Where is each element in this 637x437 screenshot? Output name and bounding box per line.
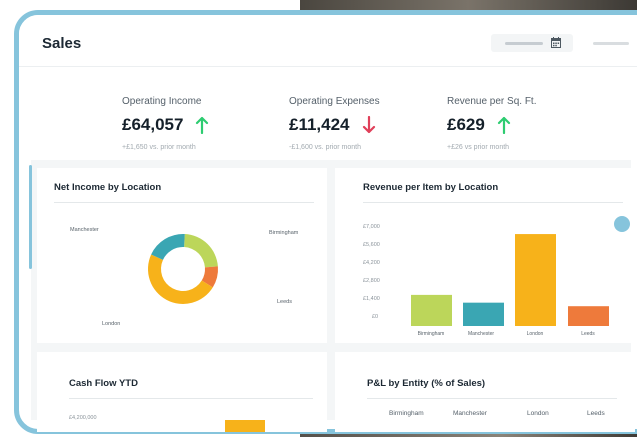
kpi-label: Revenue per Sq. Ft. (447, 96, 537, 107)
donut-label-manchester: Manchester (70, 227, 99, 233)
bar-leeds[interactable] (568, 306, 609, 326)
cash-flow-bar (225, 420, 265, 432)
table-header-cell: London (527, 410, 549, 417)
kpi-label: Operating Income (122, 96, 202, 107)
cash-flow-card: Cash Flow YTD £4,200,000 (37, 352, 327, 432)
kpi-change: -£1,600 vs. prior month (289, 144, 361, 151)
x-category: Leeds (581, 331, 595, 337)
kpi-label: Operating Expenses (289, 96, 380, 107)
kpi-value: £64,057 (122, 115, 184, 134)
donut-label-london: London (102, 321, 121, 327)
revenue-per-item-card: Revenue per Item by Location £7,000 £5,6… (335, 168, 635, 343)
y-tick: £4,200,000 (69, 415, 97, 421)
kpi-change: +£26 vs prior month (447, 144, 510, 151)
donut-label-birmingham: Birmingham (269, 230, 299, 236)
bar-chart (411, 234, 609, 326)
kpi-revenue-per-sqft: Revenue per Sq. Ft. £629 +£26 vs prior m… (447, 96, 597, 151)
arrow-up-icon (196, 116, 209, 134)
date-picker[interactable] (491, 34, 573, 52)
x-category: London (526, 331, 544, 337)
card-title: P&L by Entity (% of Sales) (367, 378, 486, 389)
kpi-operating-expenses: Operating Expenses £11,424 -£1,600 vs. p… (289, 96, 439, 151)
card-divider (69, 398, 313, 399)
net-income-card: Net Income by Location Manchester Birmin… (37, 168, 327, 343)
table-header-cell: Manchester (453, 410, 487, 417)
scroll-indicator[interactable] (614, 216, 630, 232)
header-menu-control[interactable] (593, 42, 629, 45)
kpi-value: £629 (447, 115, 485, 134)
pl-by-entity-card: P&L by Entity (% of Sales) Birmingham Ma… (335, 352, 635, 432)
kpi-change: +£1,650 vs. prior month (122, 144, 196, 151)
kpi-value: £11,424 (289, 115, 350, 134)
kpi-operating-income: Operating Income £64,057 +£1,650 vs. pri… (122, 96, 272, 151)
app-header: Sales (19, 15, 637, 67)
donut-slice-manchester[interactable] (151, 234, 185, 260)
x-category: Manchester (467, 331, 495, 337)
x-category: Birmingham (417, 331, 445, 337)
arrow-down-icon (362, 116, 375, 134)
bar-manchester[interactable] (463, 302, 504, 326)
bar-london[interactable] (515, 234, 556, 326)
table-header-cell: Birmingham (389, 410, 424, 417)
date-picker-value (505, 42, 543, 45)
section-accent (29, 165, 32, 269)
donut-slice-birmingham[interactable] (184, 234, 218, 268)
donut-label-leeds: Leeds (277, 299, 292, 305)
table-header-cell: Leeds (587, 410, 605, 417)
arrow-up-icon (497, 116, 510, 134)
page-title: Sales (42, 35, 82, 52)
calendar-icon[interactable] (551, 37, 561, 48)
donut-chart (147, 234, 218, 305)
bar-birmingham[interactable] (411, 294, 452, 326)
card-divider (367, 398, 617, 399)
card-title: Cash Flow YTD (69, 378, 138, 389)
